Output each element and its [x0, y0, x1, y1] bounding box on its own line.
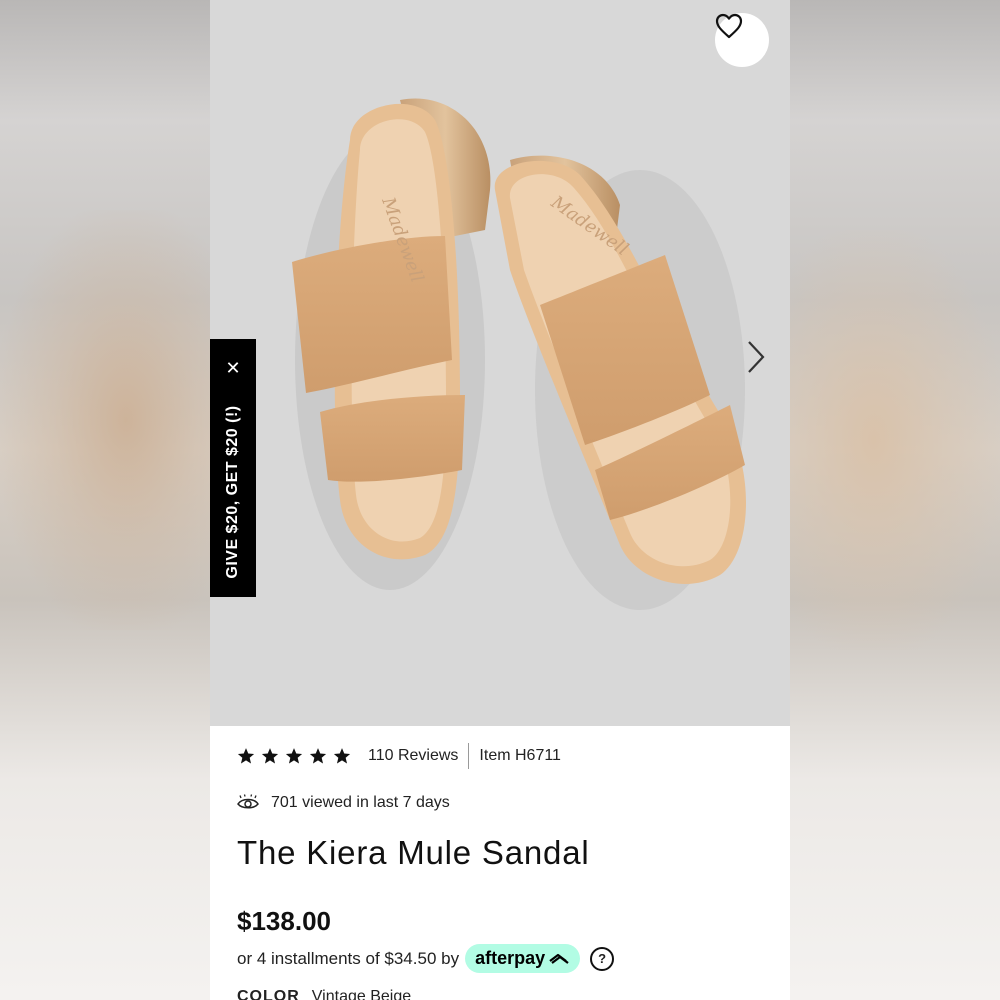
next-image-button[interactable] [746, 340, 776, 380]
promo-label: GIVE $20, GET $20 (!) [224, 405, 241, 579]
star-icon [261, 748, 279, 764]
afterpay-arrows-icon [549, 953, 569, 964]
heart-icon [715, 13, 743, 39]
afterpay-badge[interactable]: afterpay [465, 944, 581, 973]
chevron-right-icon [748, 341, 765, 373]
rating-row: 110 Reviews Item H6711 [237, 743, 561, 769]
sandal-illustration: Madewell Madewell [292, 98, 747, 610]
installments-text: or 4 installments of $34.50 by [237, 948, 460, 968]
backdrop-blur-left [0, 210, 210, 630]
star-icon [285, 748, 303, 764]
color-value: Vintage Beige [311, 988, 412, 1000]
star-icon [237, 748, 255, 764]
question-icon[interactable]: ? [590, 946, 615, 971]
star-icon [309, 748, 327, 764]
views-text: 701 viewed in last 7 days [271, 794, 450, 811]
product-title: The Kiera Mule Sandal [237, 834, 590, 871]
color-row: COLOR Vintage Beige [237, 988, 411, 1000]
close-icon[interactable]: ✕ [222, 357, 244, 379]
star-icon [333, 748, 351, 764]
product-info: 110 Reviews Item H6711 701 viewed in las… [210, 726, 790, 1000]
installments-row: or 4 installments of $34.50 by afterpay … [237, 944, 615, 973]
item-number: Item H6711 [479, 747, 561, 764]
color-label: COLOR [237, 988, 300, 1000]
product-image[interactable]: Madewell Madewell ✕ GIVE $20, GET $20 (!… [210, 0, 790, 726]
backdrop-blur-right [790, 230, 1000, 650]
product-page: Madewell Madewell ✕ GIVE $20, GET $20 (!… [210, 0, 790, 1000]
star-rating[interactable] [237, 747, 351, 765]
views-indicator: 701 viewed in last 7 days [237, 794, 450, 812]
rating-divider [468, 743, 470, 769]
eye-icon [237, 794, 259, 809]
referral-promo-tab[interactable]: ✕ GIVE $20, GET $20 (!) [210, 339, 256, 597]
favorite-button[interactable] [715, 13, 769, 67]
afterpay-label: afterpay [475, 948, 546, 968]
reviews-link[interactable]: 110 Reviews [368, 747, 458, 765]
product-price: $138.00 [237, 906, 331, 936]
